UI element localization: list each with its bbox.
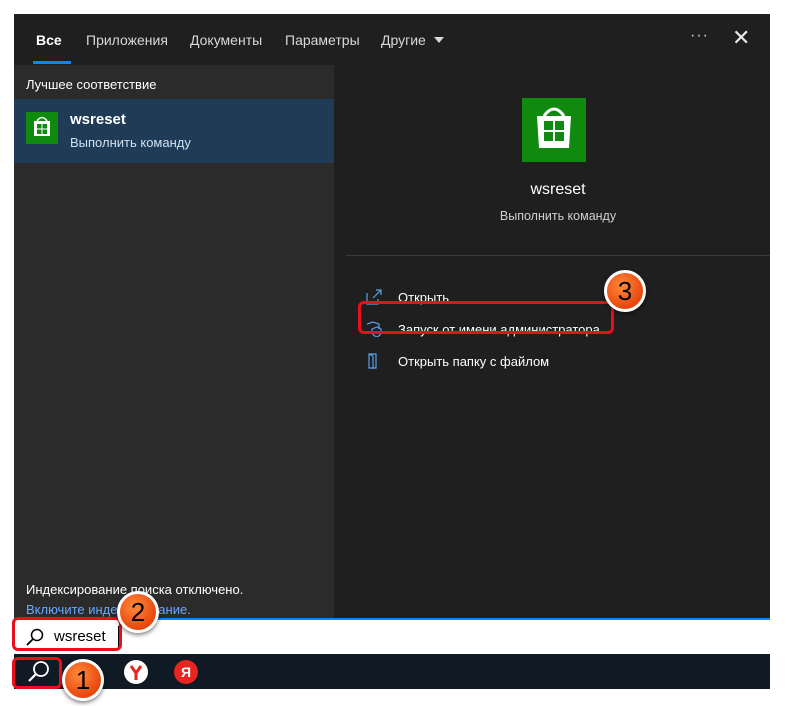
best-match-heading: Лучшее соответствие bbox=[26, 77, 157, 92]
yandex-letter: Я bbox=[180, 664, 192, 680]
highlight-taskbar-search bbox=[12, 657, 62, 689]
yandex-browser-icon[interactable] bbox=[124, 660, 148, 684]
enable-indexing-link[interactable]: Включите индексирование. bbox=[26, 602, 191, 617]
tab-apps[interactable]: Приложения bbox=[86, 32, 168, 48]
close-button[interactable]: ✕ bbox=[732, 25, 750, 51]
filter-tabs-bar: Все Приложения Документы Параметры Други… bbox=[14, 14, 770, 65]
tab-documents[interactable]: Документы bbox=[190, 32, 262, 48]
highlight-run-as-admin bbox=[358, 301, 614, 334]
chevron-down-icon bbox=[433, 37, 444, 43]
tab-other-label: Другие bbox=[381, 32, 426, 48]
start-search-window: Все Приложения Документы Параметры Други… bbox=[14, 14, 770, 689]
tab-settings[interactable]: Параметры bbox=[285, 32, 360, 48]
step-badge-1: 1 bbox=[62, 659, 104, 701]
more-options-button[interactable]: ··· bbox=[690, 27, 709, 45]
taskbar: Я bbox=[14, 654, 770, 689]
divider bbox=[346, 255, 770, 256]
details-pane: wsreset Выполнить команду Открыть Запуск… bbox=[346, 81, 770, 618]
folder-icon bbox=[368, 353, 377, 369]
app-subtitle: Выполнить команду bbox=[499, 209, 617, 223]
yandex-icon[interactable]: Я bbox=[174, 660, 198, 684]
tab-other[interactable]: Другие bbox=[381, 32, 444, 48]
app-title: wsreset bbox=[530, 181, 586, 198]
store-app-large-icon bbox=[522, 98, 586, 162]
active-tab-indicator bbox=[33, 61, 71, 64]
results-pane: Лучшее соответствие wsreset Выполнить ко… bbox=[14, 65, 334, 618]
action-open-file-location-label: Открыть папку с файлом bbox=[398, 354, 550, 369]
store-app-icon bbox=[26, 112, 58, 144]
highlight-search-box bbox=[12, 617, 122, 651]
result-name: wsreset bbox=[70, 111, 126, 128]
result-subtitle: Выполнить команду bbox=[70, 135, 191, 150]
tab-all[interactable]: Все bbox=[36, 32, 62, 48]
step-badge-2: 2 bbox=[117, 591, 159, 633]
step-badge-3: 3 bbox=[604, 270, 646, 312]
best-match-result[interactable]: wsreset Выполнить команду bbox=[14, 99, 334, 163]
